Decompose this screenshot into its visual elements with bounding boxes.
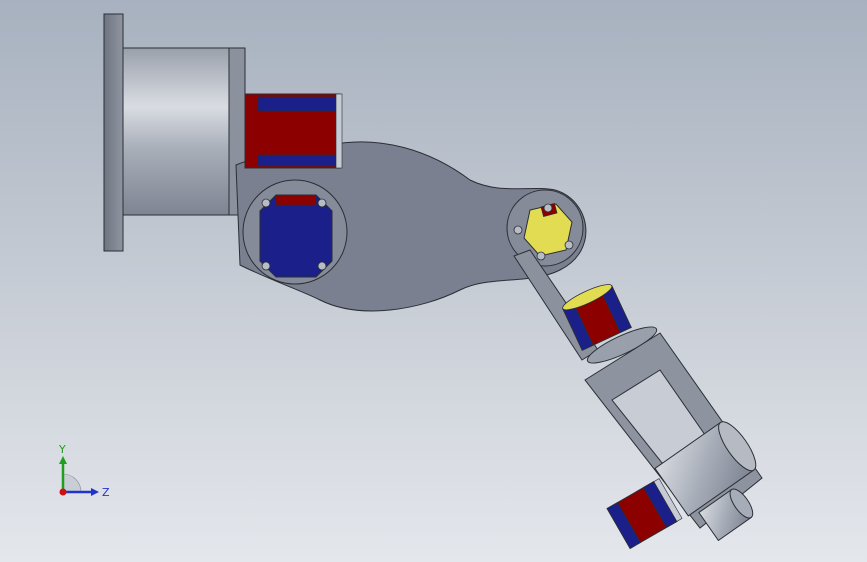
triad-quadrant [62, 473, 82, 493]
bolt-icon [317, 198, 327, 208]
orientation-triad: Y Z [58, 443, 110, 499]
x-axis-dot [59, 488, 67, 496]
shoulder-motor-blue-stripe-bottom [257, 154, 341, 167]
bolt-icon [317, 261, 327, 271]
shoulder-servo-red-tab [275, 194, 317, 206]
bolt-icon [543, 203, 553, 213]
3d-viewport[interactable]: Y Z [0, 0, 867, 562]
bolt-icon [261, 261, 271, 271]
bolt-icon [261, 198, 271, 208]
base-flange-plate [103, 13, 124, 252]
z-axis-label: Z [102, 486, 110, 499]
y-axis-arrowhead [59, 456, 67, 464]
robot-arm-model[interactable] [0, 0, 867, 562]
base-motor-cylinder [122, 47, 232, 216]
y-axis-label: Y [58, 443, 66, 456]
shoulder-motor-blue-stripe-top [257, 96, 341, 112]
z-axis-arrowhead [91, 488, 99, 496]
shoulder-motor-light-cap [335, 93, 343, 169]
bolt-icon [564, 240, 574, 250]
bolt-icon [536, 251, 546, 261]
bolt-icon [513, 225, 523, 235]
